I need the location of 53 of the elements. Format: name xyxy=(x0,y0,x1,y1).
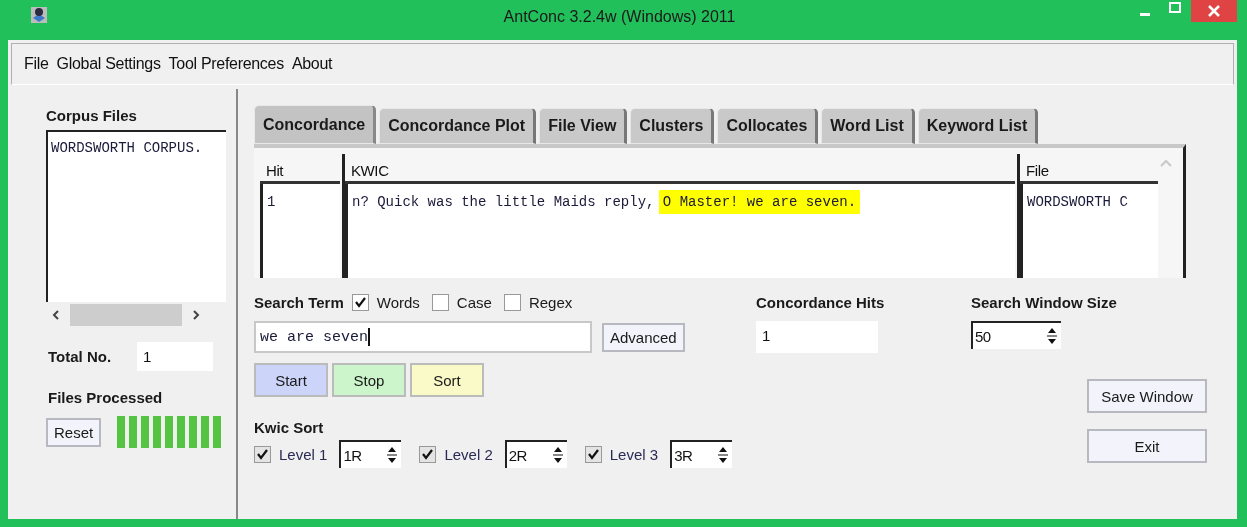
checkbox-label: Regex xyxy=(528,294,573,311)
checkbox[interactable] xyxy=(419,445,437,463)
menu-item[interactable]: Global Settings xyxy=(56,53,161,75)
window-size-spinner[interactable]: 50 xyxy=(971,321,1061,349)
reset-button[interactable]: Reset xyxy=(46,417,102,447)
file-item[interactable]: WORDSWORTH CORPUS. xyxy=(51,140,203,156)
tab[interactable]: Concordance xyxy=(254,105,377,144)
tab[interactable]: Word List xyxy=(821,108,915,144)
level-spinner[interactable]: 2R xyxy=(504,440,567,468)
kwic-sort-label: Kwic Sort xyxy=(254,419,325,436)
search-term-label: Search Term xyxy=(254,294,344,311)
action-button[interactable]: Stop xyxy=(332,363,406,397)
checkbox-label: Level 3 xyxy=(609,445,659,463)
table-cell-text: WORDSWORTH C xyxy=(1026,194,1129,210)
window-title: AntConc 3.2.4w (Windows) 2011 xyxy=(502,8,737,26)
close-icon[interactable] xyxy=(1191,0,1237,22)
total-field: 1 xyxy=(137,342,214,371)
checkbox[interactable] xyxy=(431,294,449,311)
tab[interactable]: Clusters xyxy=(630,108,715,144)
total-label: Total No. xyxy=(48,348,112,365)
concordance-hits-label: Concordance Hits xyxy=(756,294,886,311)
scroll-right-icon[interactable] xyxy=(190,309,202,321)
level-spinner[interactable]: 1R xyxy=(339,440,402,468)
files-processed-label: Files Processed xyxy=(48,389,164,406)
checkbox[interactable] xyxy=(503,294,521,311)
checkbox[interactable] xyxy=(584,445,602,463)
level-spinner[interactable]: 3R xyxy=(670,440,733,468)
menu-item[interactable]: About xyxy=(291,53,333,75)
hits-field: 1 xyxy=(756,321,878,353)
checkbox[interactable] xyxy=(351,294,369,311)
kwic-context: n? Quick was the little Maids reply, xyxy=(352,194,656,210)
save-window-button[interactable]: Save Window xyxy=(1087,379,1207,413)
checkbox-label: Level 1 xyxy=(279,445,328,463)
tab[interactable]: Keyword List xyxy=(917,108,1039,144)
checkbox-label: Level 2 xyxy=(444,445,493,463)
tab[interactable]: Collocates xyxy=(717,108,819,144)
menu-item[interactable]: Tool Preferences xyxy=(168,53,284,75)
advanced-button[interactable]: Advanced xyxy=(602,322,685,352)
checkbox-label: Words xyxy=(376,294,420,311)
action-button[interactable]: Start xyxy=(254,363,328,397)
checkbox-label: Case xyxy=(456,294,492,311)
exit-button[interactable]: Exit xyxy=(1087,429,1207,463)
tab[interactable]: Concordance Plot xyxy=(379,108,537,144)
corpus-files-label: Corpus Files xyxy=(46,107,138,124)
app-icon xyxy=(30,6,48,24)
menu-item[interactable]: File xyxy=(24,53,49,75)
action-button[interactable]: Sort xyxy=(410,363,484,397)
scroll-left-icon[interactable] xyxy=(50,309,62,321)
table-cell-text: 1 xyxy=(266,194,277,210)
tab[interactable]: File View xyxy=(539,108,628,144)
window-size-label: Search Window Size xyxy=(971,294,1118,311)
checkbox[interactable] xyxy=(254,445,271,463)
search-field[interactable]: we are seven xyxy=(254,321,592,353)
